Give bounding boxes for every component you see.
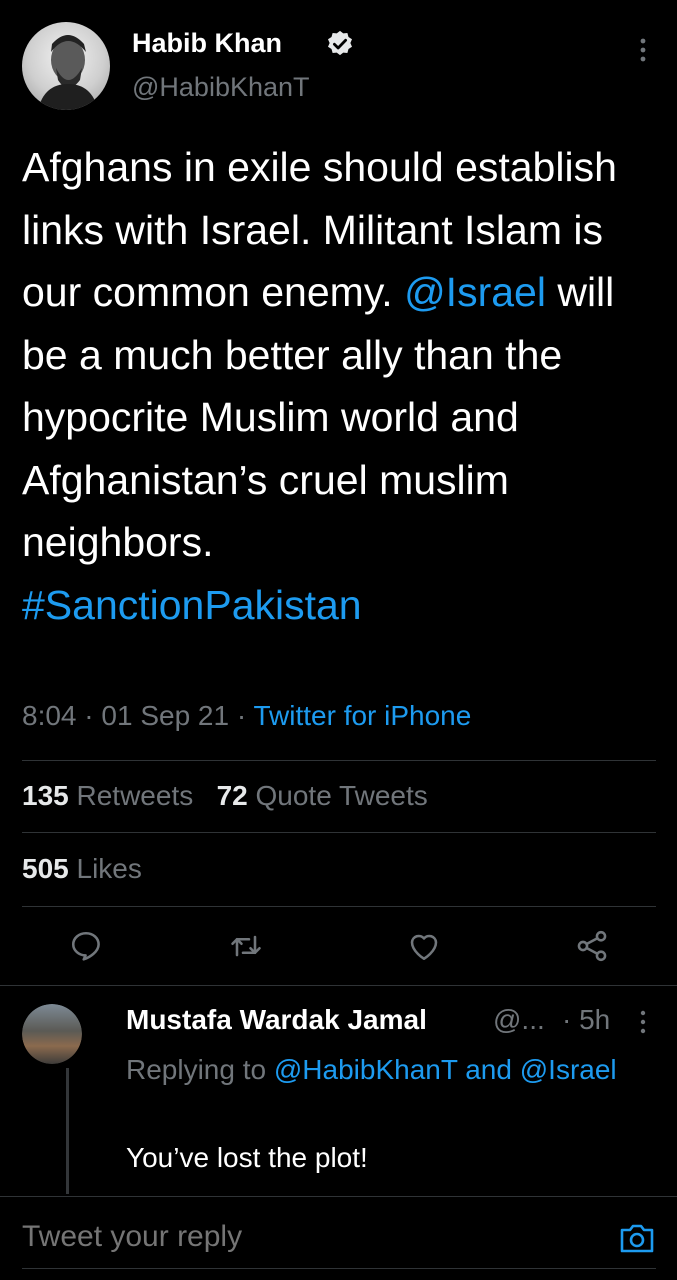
reply-input[interactable] xyxy=(22,1220,582,1254)
reply-text: You’ve lost the plot! xyxy=(126,1142,368,1173)
reply-icon[interactable] xyxy=(68,928,104,964)
quotes-label: Quote Tweets xyxy=(255,780,428,811)
hashtag-link[interactable]: #SanctionPakistan xyxy=(22,582,362,628)
separator: · xyxy=(229,700,254,731)
reply-author-avatar[interactable] xyxy=(22,1004,82,1064)
verified-badge-icon xyxy=(325,29,355,59)
tweet-meta: 8:04 · 01 Sep 21 · Twitter for iPhone xyxy=(22,700,471,732)
mention-habibkhant-link[interactable]: @HabibKhanT xyxy=(274,1054,458,1085)
divider xyxy=(22,906,656,907)
replying-to-label: Replying to xyxy=(126,1054,274,1085)
divider xyxy=(22,832,656,833)
quote-tweets-stat[interactable]: 72 Quote Tweets xyxy=(217,780,428,811)
reply-author-handle[interactable]: @... xyxy=(493,1004,545,1036)
engagement-stats: 135 Retweets 72 Quote Tweets xyxy=(22,780,428,812)
author-display-name[interactable]: Habib Khan xyxy=(132,28,282,59)
tweet-date: 01 Sep 21 xyxy=(101,700,230,731)
mention-israel-link[interactable]: @Israel xyxy=(404,269,546,315)
separator: · xyxy=(76,700,102,731)
replying-to: Replying to @HabibKhanT and @Israel xyxy=(126,1048,626,1092)
author-avatar[interactable] xyxy=(22,22,110,110)
more-vertical-icon[interactable] xyxy=(636,1008,650,1036)
retweets-stat[interactable]: 135 Retweets xyxy=(22,780,193,811)
mention-israel-link[interactable]: @Israel xyxy=(520,1054,617,1085)
tweet-source-link[interactable]: Twitter for iPhone xyxy=(253,700,471,731)
camera-icon[interactable] xyxy=(619,1222,655,1254)
reply-author-name[interactable]: Mustafa Wardak Jamal xyxy=(126,1004,427,1036)
retweet-icon[interactable] xyxy=(228,928,264,964)
reply-timestamp: · 5h xyxy=(562,1004,611,1035)
divider xyxy=(0,985,677,986)
divider xyxy=(0,1196,677,1197)
retweets-count: 135 xyxy=(22,780,69,811)
thread-line xyxy=(66,1068,69,1194)
divider xyxy=(22,760,656,761)
likes-stat[interactable]: 505 Likes xyxy=(22,853,142,885)
more-vertical-icon[interactable] xyxy=(634,35,652,65)
likes-count: 505 xyxy=(22,853,69,884)
heart-icon[interactable] xyxy=(406,928,442,964)
author-handle[interactable]: @HabibKhanT xyxy=(132,72,310,103)
replying-and: and xyxy=(457,1054,520,1085)
divider xyxy=(22,1268,656,1269)
share-icon[interactable] xyxy=(574,928,610,964)
tweet-time: 8:04 xyxy=(22,700,77,731)
quotes-count: 72 xyxy=(216,780,248,811)
likes-label: Likes xyxy=(76,853,142,884)
tweet-text: Afghans in exile should establish links … xyxy=(22,136,662,636)
retweets-label: Retweets xyxy=(76,780,194,811)
